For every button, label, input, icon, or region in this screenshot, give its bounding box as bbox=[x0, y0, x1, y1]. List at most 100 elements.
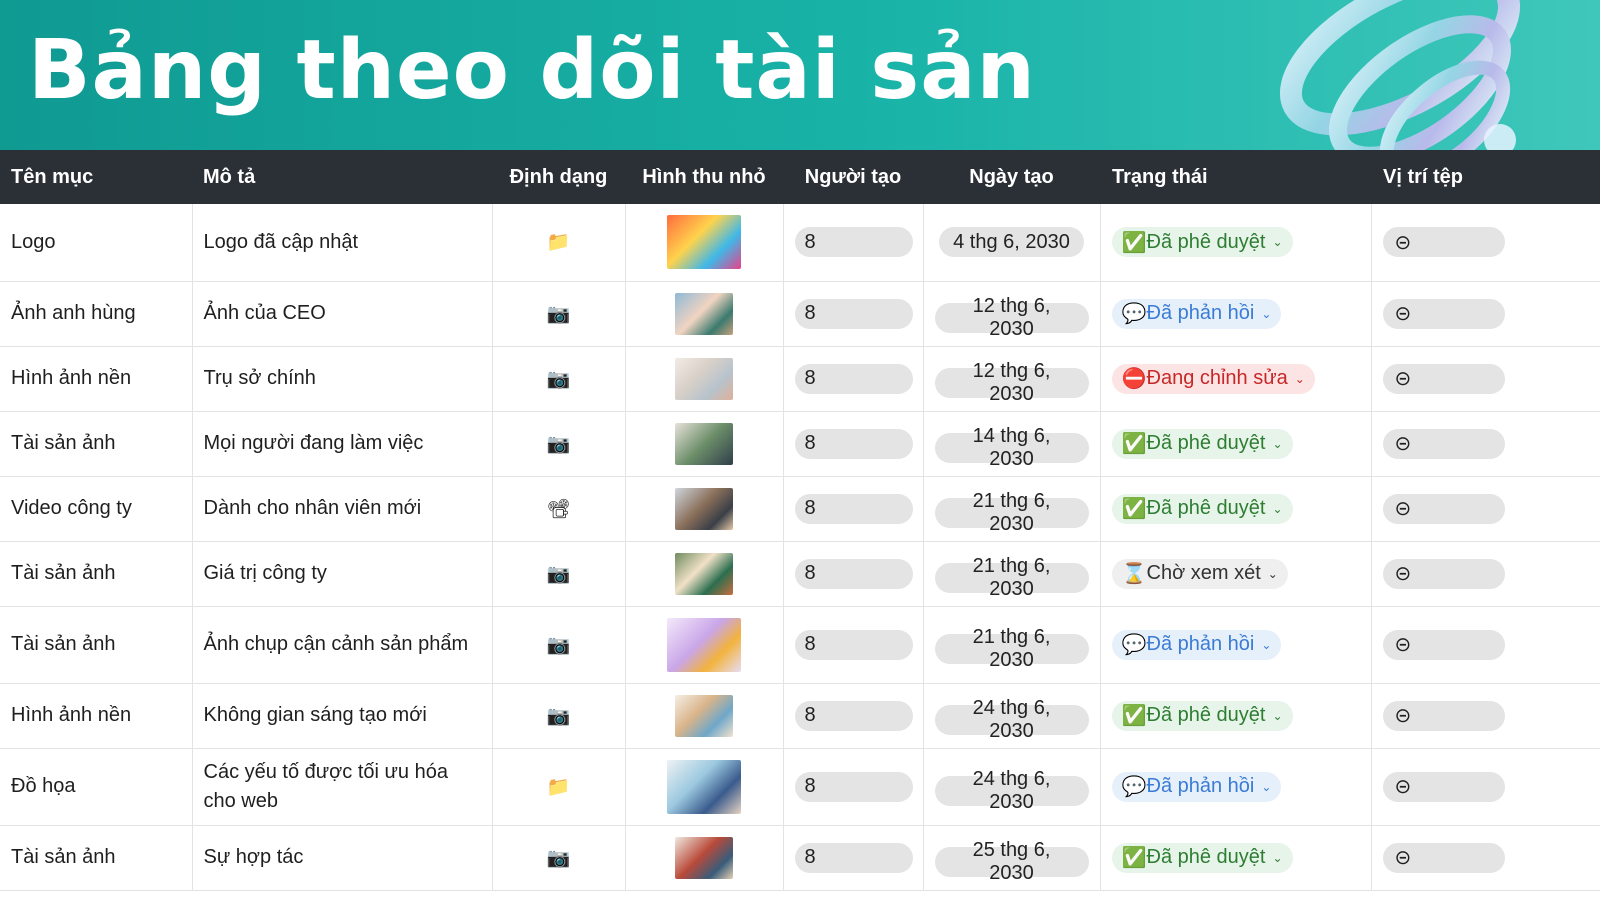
file-location-cell[interactable]: ⊝ bbox=[1371, 476, 1600, 542]
status-cell[interactable]: 💬 Đã phản hồi ⌄ bbox=[1100, 606, 1372, 684]
date-pill[interactable]: 25 thg 6, 2030 bbox=[934, 839, 1089, 884]
item-name[interactable]: Tài sản ảnh bbox=[0, 606, 193, 684]
creator-cell[interactable]: 8 bbox=[783, 748, 924, 826]
item-description[interactable]: Giá trị công ty bbox=[192, 541, 493, 607]
table-row[interactable]: Đồ họa Các yếu tố được tối ưu hóa cho we… bbox=[0, 748, 1600, 826]
thumbnail-image[interactable] bbox=[667, 215, 741, 270]
file-location-cell[interactable]: ⊝ bbox=[1371, 204, 1600, 282]
status-dropdown[interactable]: ✅ Đã phê duyệt ⌄ bbox=[1111, 227, 1293, 258]
status-cell[interactable]: ✅ Đã phê duyệt ⌄ bbox=[1100, 204, 1372, 282]
col-header-date[interactable]: Ngày tạo bbox=[923, 150, 1100, 204]
thumbnail-image[interactable] bbox=[675, 836, 733, 879]
link-field[interactable]: ⊝ bbox=[1382, 363, 1505, 394]
date-pill[interactable]: 24 thg 6, 2030 bbox=[934, 768, 1089, 813]
table-row[interactable]: Hình ảnh nền Trụ sở chính 📷 8 12 thg 6, … bbox=[0, 346, 1600, 412]
status-dropdown[interactable]: ✅ Đã phê duyệt ⌄ bbox=[1111, 842, 1293, 873]
item-description[interactable]: Ảnh của CEO bbox=[192, 281, 493, 347]
thumbnail-cell[interactable] bbox=[625, 346, 784, 412]
status-cell[interactable]: 💬 Đã phản hồi ⌄ bbox=[1100, 281, 1372, 347]
creator-cell[interactable]: 8 bbox=[783, 825, 924, 891]
date-cell[interactable]: 25 thg 6, 2030 bbox=[923, 825, 1101, 891]
date-pill[interactable]: 12 thg 6, 2030 bbox=[934, 360, 1089, 405]
file-location-cell[interactable]: ⊝ bbox=[1371, 825, 1600, 891]
link-field[interactable]: ⊝ bbox=[1382, 842, 1505, 873]
col-header-description[interactable]: Mô tả bbox=[192, 150, 492, 204]
status-dropdown[interactable]: ⌛ Chờ xem xét ⌄ bbox=[1111, 558, 1288, 589]
table-row[interactable]: Video công ty Dành cho nhân viên mới 📽 8… bbox=[0, 476, 1600, 542]
date-pill[interactable]: 21 thg 6, 2030 bbox=[934, 626, 1089, 671]
date-pill[interactable]: 21 thg 6, 2030 bbox=[934, 490, 1089, 535]
link-field[interactable]: ⊝ bbox=[1382, 428, 1505, 459]
col-header-file-location[interactable]: Vị trí tệp bbox=[1371, 150, 1600, 204]
date-cell[interactable]: 21 thg 6, 2030 bbox=[923, 606, 1101, 684]
date-pill[interactable]: 12 thg 6, 2030 bbox=[934, 295, 1089, 340]
creator-cell[interactable]: 8 bbox=[783, 476, 924, 542]
link-field[interactable]: ⊝ bbox=[1382, 771, 1505, 802]
link-field[interactable]: ⊝ bbox=[1382, 298, 1505, 329]
thumbnail-image[interactable] bbox=[675, 357, 733, 400]
thumbnail-cell[interactable] bbox=[625, 411, 784, 477]
col-header-creator[interactable]: Người tạo bbox=[783, 150, 923, 204]
date-cell[interactable]: 12 thg 6, 2030 bbox=[923, 346, 1101, 412]
date-cell[interactable]: 4 thg 6, 2030 bbox=[923, 204, 1101, 282]
thumbnail-cell[interactable] bbox=[625, 748, 784, 826]
date-cell[interactable]: 21 thg 6, 2030 bbox=[923, 476, 1101, 542]
table-row[interactable]: Ảnh anh hùng Ảnh của CEO 📷 8 12 thg 6, 2… bbox=[0, 281, 1600, 347]
thumbnail-image[interactable] bbox=[675, 552, 733, 595]
thumbnail-image[interactable] bbox=[675, 422, 733, 465]
item-name[interactable]: Logo bbox=[0, 204, 193, 282]
date-cell[interactable]: 21 thg 6, 2030 bbox=[923, 541, 1101, 607]
status-cell[interactable]: ✅ Đã phê duyệt ⌄ bbox=[1100, 825, 1372, 891]
creator-cell[interactable]: 8 bbox=[783, 683, 924, 749]
file-location-cell[interactable]: ⊝ bbox=[1371, 411, 1600, 477]
thumbnail-image[interactable] bbox=[667, 759, 741, 814]
item-name[interactable]: Tài sản ảnh bbox=[0, 825, 193, 891]
col-header-format[interactable]: Định dạng bbox=[492, 150, 625, 204]
date-pill[interactable]: 14 thg 6, 2030 bbox=[934, 425, 1089, 470]
person-field[interactable]: 8 bbox=[794, 363, 913, 394]
status-dropdown[interactable]: ✅ Đã phê duyệt ⌄ bbox=[1111, 493, 1293, 524]
thumbnail-cell[interactable] bbox=[625, 476, 784, 542]
item-description[interactable]: Không gian sáng tạo mới bbox=[192, 683, 493, 749]
item-description[interactable]: Logo đã cập nhật bbox=[192, 204, 493, 282]
link-field[interactable]: ⊝ bbox=[1382, 629, 1505, 660]
table-row[interactable]: Logo Logo đã cập nhật 📁 8 4 thg 6, 2030 … bbox=[0, 204, 1600, 282]
item-description[interactable]: Ảnh chụp cận cảnh sản phẩm bbox=[192, 606, 493, 684]
file-location-cell[interactable]: ⊝ bbox=[1371, 683, 1600, 749]
date-pill[interactable]: 21 thg 6, 2030 bbox=[934, 555, 1089, 600]
item-description[interactable]: Mọi người đang làm việc bbox=[192, 411, 493, 477]
item-description[interactable]: Sự hợp tác bbox=[192, 825, 493, 891]
thumbnail-cell[interactable] bbox=[625, 606, 784, 684]
thumbnail-image[interactable] bbox=[667, 617, 741, 672]
status-dropdown[interactable]: ✅ Đã phê duyệt ⌄ bbox=[1111, 700, 1293, 731]
col-header-thumbnail[interactable]: Hình thu nhỏ bbox=[625, 150, 783, 204]
status-cell[interactable]: ✅ Đã phê duyệt ⌄ bbox=[1100, 411, 1372, 477]
item-name[interactable]: Hình ảnh nền bbox=[0, 683, 193, 749]
item-name[interactable]: Ảnh anh hùng bbox=[0, 281, 193, 347]
file-location-cell[interactable]: ⊝ bbox=[1371, 346, 1600, 412]
thumbnail-image[interactable] bbox=[675, 292, 733, 335]
status-cell[interactable]: 💬 Đã phản hồi ⌄ bbox=[1100, 748, 1372, 826]
status-dropdown[interactable]: 💬 Đã phản hồi ⌄ bbox=[1111, 771, 1282, 802]
person-field[interactable]: 8 bbox=[794, 629, 913, 660]
creator-cell[interactable]: 8 bbox=[783, 411, 924, 477]
table-row[interactable]: Hình ảnh nền Không gian sáng tạo mới 📷 8… bbox=[0, 683, 1600, 749]
date-cell[interactable]: 14 thg 6, 2030 bbox=[923, 411, 1101, 477]
thumbnail-cell[interactable] bbox=[625, 281, 784, 347]
creator-cell[interactable]: 8 bbox=[783, 346, 924, 412]
item-description[interactable]: Dành cho nhân viên mới bbox=[192, 476, 493, 542]
link-field[interactable]: ⊝ bbox=[1382, 493, 1505, 524]
table-row[interactable]: Tài sản ảnh Mọi người đang làm việc 📷 8 … bbox=[0, 411, 1600, 477]
table-row[interactable]: Tài sản ảnh Giá trị công ty 📷 8 21 thg 6… bbox=[0, 541, 1600, 607]
link-field[interactable]: ⊝ bbox=[1382, 700, 1505, 731]
col-header-name[interactable]: Tên mục bbox=[0, 150, 192, 204]
creator-cell[interactable]: 8 bbox=[783, 281, 924, 347]
thumbnail-image[interactable] bbox=[675, 694, 733, 737]
person-field[interactable]: 8 bbox=[794, 700, 913, 731]
table-row[interactable]: Tài sản ảnh Sự hợp tác 📷 8 25 thg 6, 203… bbox=[0, 825, 1600, 891]
person-field[interactable]: 8 bbox=[794, 842, 913, 873]
thumbnail-cell[interactable] bbox=[625, 683, 784, 749]
date-pill[interactable]: 4 thg 6, 2030 bbox=[939, 227, 1084, 258]
thumbnail-cell[interactable] bbox=[625, 541, 784, 607]
link-field[interactable]: ⊝ bbox=[1382, 558, 1505, 589]
